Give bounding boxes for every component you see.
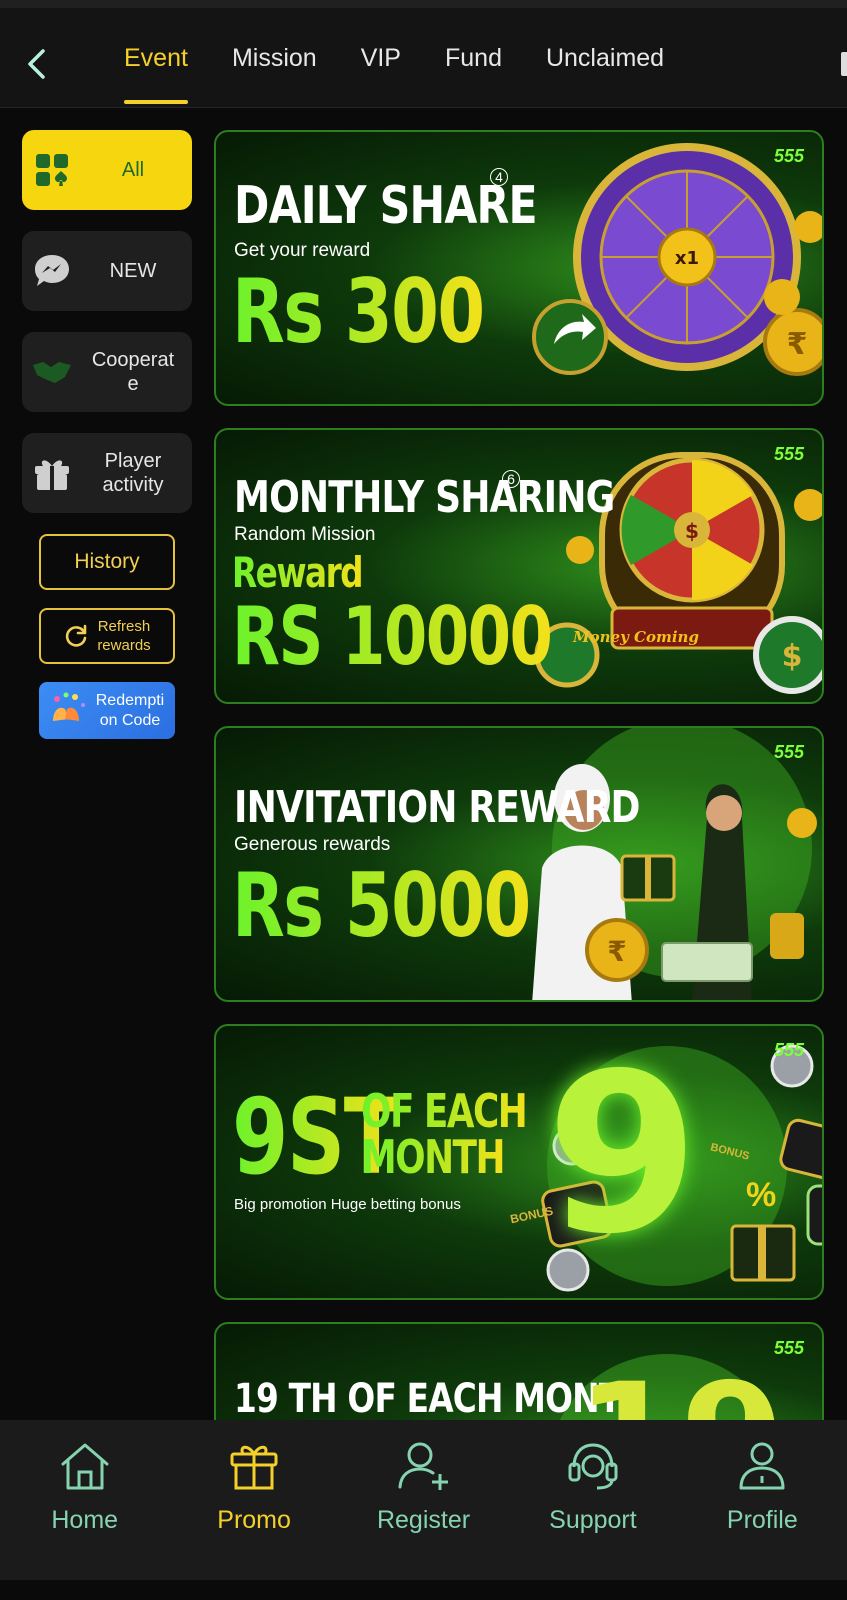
nav-register[interactable]: Register	[339, 1420, 508, 1580]
sidebar-item-label: NEW	[109, 260, 157, 282]
sidebar-item-label: Cooperat e	[91, 349, 175, 395]
svg-text:$: $	[685, 519, 699, 543]
prize-wheel-illustration: x1 ₹	[532, 143, 822, 376]
celebration-hands-icon	[53, 692, 85, 721]
tab-mission[interactable]: Mission	[210, 8, 339, 108]
banner-amount: Rs 300	[232, 260, 485, 363]
banner-subtitle: Big promotion Huge betting bonus	[234, 1196, 461, 1213]
home-icon	[61, 1443, 109, 1490]
invitation-people-illustration: ₹	[532, 728, 817, 1000]
refresh-rewards-button[interactable]: Refresh rewards	[39, 608, 175, 664]
redeem-label-line2: on Code	[99, 711, 161, 729]
nav-home[interactable]: Home	[0, 1420, 169, 1580]
system-home-bar	[0, 1580, 847, 1600]
bottom-navigation: Home Promo Register Support Profile	[0, 1420, 847, 1580]
promo-banner-list: x1 ₹ 555 DAILY SHARE 4 Get your reward R…	[214, 130, 824, 1420]
chevron-left-icon	[28, 49, 45, 79]
nav-register-label: Register	[376, 1506, 471, 1534]
sidebar-item-label: Player activity	[102, 450, 164, 496]
promo-sidebar: All NEW Cooperat e Player activity Histo…	[22, 130, 192, 739]
nav-promo[interactable]: Promo	[169, 1420, 338, 1580]
banner-invitation-reward[interactable]: ₹ 555 INVITATION REWARD Generous rewards…	[214, 726, 824, 1002]
nav-home-label: Home	[51, 1506, 119, 1534]
percent-chip-label: %	[746, 1176, 777, 1214]
banner-daily-share[interactable]: x1 ₹ 555 DAILY SHARE 4 Get your reward R…	[214, 130, 824, 406]
banner-subtitle: Random Mission	[234, 524, 376, 545]
gift-icon	[22, 454, 82, 492]
banner-9st-of-each-month[interactable]: 555 9ST OF EACH MONTH Big promotion Huge…	[214, 1024, 824, 1300]
banner-19th-of-each-month[interactable]: 555 19 TH OF EACH MONTH 19	[214, 1322, 824, 1420]
back-button[interactable]	[20, 44, 52, 84]
top-tab-bar: Event Mission VIP Fund Unclaimed	[0, 0, 847, 108]
chat-bubble-icon	[22, 252, 82, 290]
banner-subtitle: Get your reward	[234, 240, 371, 261]
svg-text:₹: ₹	[607, 935, 626, 968]
svg-text:$: $	[782, 639, 803, 674]
sidebar-item-all[interactable]: All	[22, 130, 192, 210]
refresh-label-line1: Refresh	[97, 618, 151, 635]
banner-title: MONTHLY SHARING	[234, 472, 615, 523]
sidebar-item-label: All	[121, 159, 145, 181]
banner-subtitle: Generous rewards	[234, 834, 391, 855]
nav-support[interactable]: Support	[508, 1420, 677, 1580]
banner-amount: RS 10000	[232, 590, 553, 683]
redemption-code-button[interactable]: Redempti on Code	[39, 682, 175, 739]
big-digit-nineteen: 19	[576, 1364, 785, 1420]
banner-title-line2: MONTH	[361, 1130, 506, 1184]
brand-logo: 555	[773, 146, 804, 166]
banner-title: DAILY SHARE	[234, 176, 538, 236]
grid-suit-icon	[22, 152, 82, 188]
tab-overflow-indicator	[841, 52, 847, 76]
svg-text:₹: ₹	[787, 327, 808, 362]
banner-badge: 4	[490, 168, 508, 186]
sidebar-item-player-activity[interactable]: Player activity	[22, 433, 192, 513]
banner-title: INVITATION REWARD	[234, 782, 641, 833]
history-label: History	[74, 550, 140, 573]
refresh-label-line2: rewards	[97, 637, 151, 654]
headset-icon	[568, 1443, 618, 1490]
brand-logo: 555	[773, 742, 804, 762]
sidebar-item-cooperate[interactable]: Cooperat e	[22, 332, 192, 412]
tab-vip[interactable]: VIP	[339, 8, 423, 108]
history-button[interactable]: History	[39, 534, 175, 590]
nav-promo-label: Promo	[217, 1506, 291, 1534]
banner-badge: 6	[502, 470, 520, 488]
refresh-icon	[66, 624, 87, 647]
category-tabs: Event Mission VIP Fund Unclaimed	[102, 8, 847, 108]
tab-fund[interactable]: Fund	[423, 8, 524, 108]
wheel-plaque-label: Money Coming	[573, 628, 699, 646]
gift-icon	[230, 1445, 278, 1490]
add-user-icon	[398, 1442, 448, 1490]
banner-monthly-sharing[interactable]: $ $ 555 MONTHLY SHARING 6 Random Mission…	[214, 428, 824, 704]
handshake-icon	[22, 357, 82, 387]
tab-unclaimed[interactable]: Unclaimed	[524, 8, 686, 108]
brand-logo: 555	[773, 1040, 804, 1060]
nav-profile[interactable]: Profile	[678, 1420, 847, 1580]
sidebar-item-new[interactable]: NEW	[22, 231, 192, 311]
nav-support-label: Support	[549, 1506, 637, 1534]
tab-event[interactable]: Event	[102, 8, 210, 108]
nav-profile-label: Profile	[726, 1506, 798, 1534]
banner-amount: Rs 5000	[232, 854, 531, 957]
profile-icon	[739, 1442, 785, 1490]
svg-text:x1: x1	[675, 248, 699, 269]
big-digit-nine: 9	[546, 1026, 700, 1282]
brand-logo: 555	[773, 444, 804, 464]
redeem-label-line1: Redempti	[95, 691, 165, 709]
